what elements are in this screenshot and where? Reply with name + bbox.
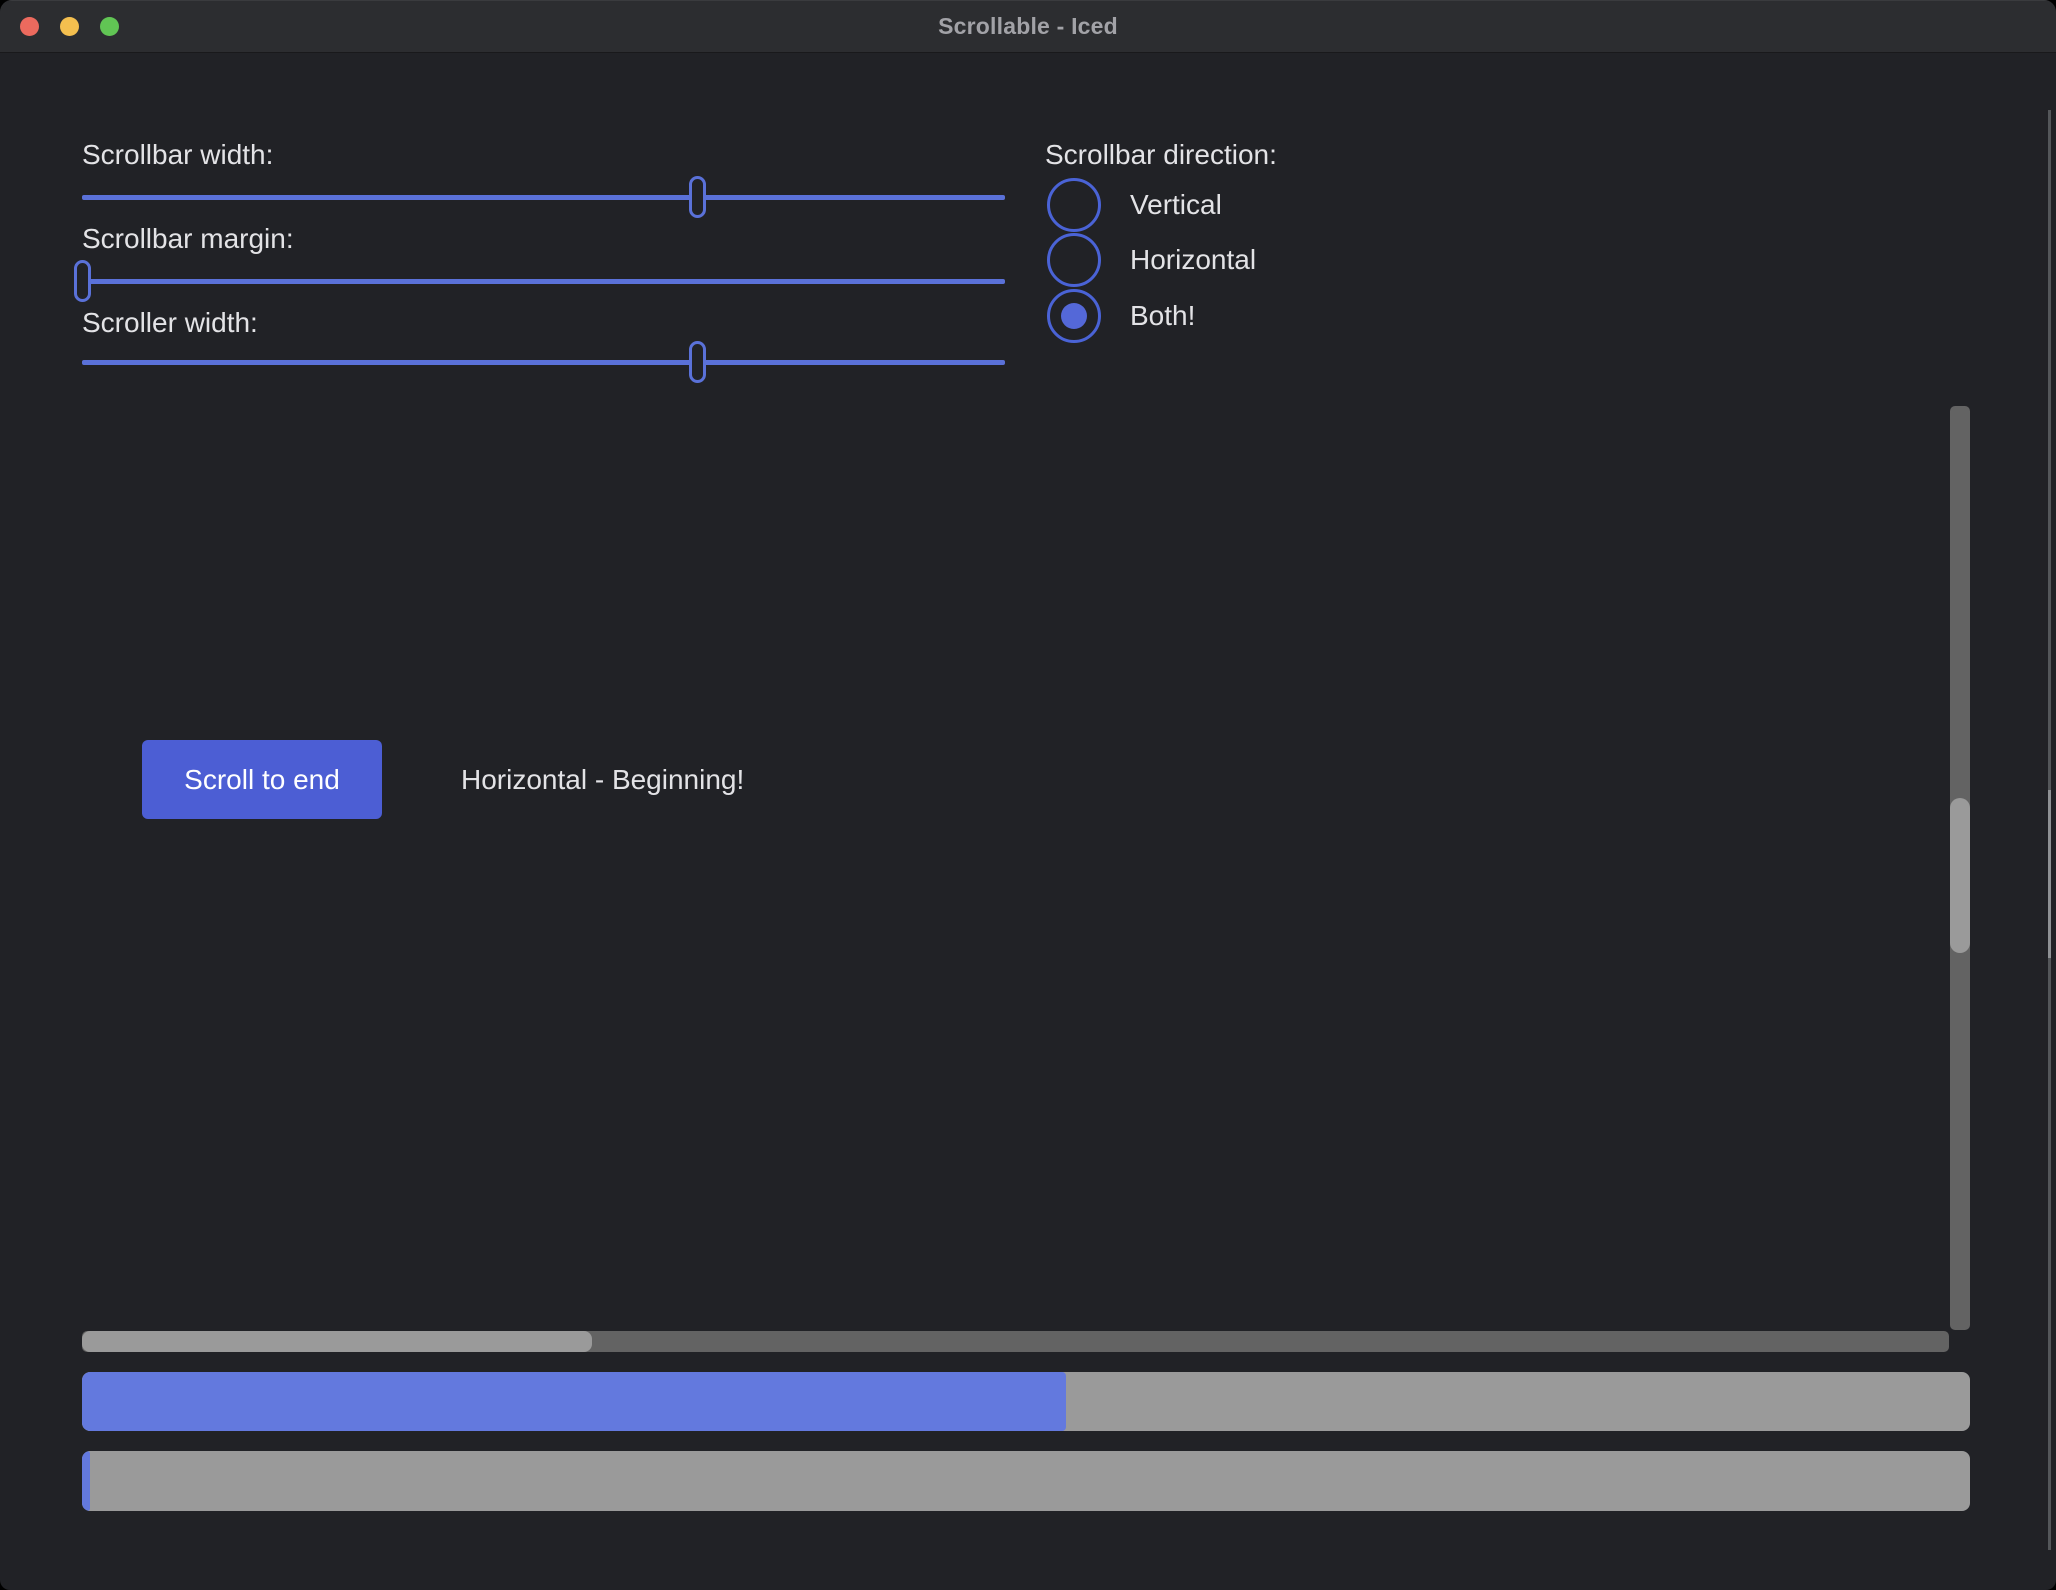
radio-horizontal[interactable] <box>1047 233 1101 287</box>
horizontal-scrollbar-track[interactable] <box>82 1331 1949 1352</box>
window-title: Scrollable - Iced <box>0 0 2056 52</box>
vertical-scroller[interactable] <box>1950 798 1970 953</box>
scroll-to-end-button[interactable]: Scroll to end <box>142 740 382 819</box>
radio-vertical[interactable] <box>1047 178 1101 232</box>
scrollbar-margin-label: Scrollbar margin: <box>82 222 294 256</box>
scroller-width-slider-track[interactable] <box>82 360 1005 365</box>
vertical-scrollbar-track[interactable] <box>1950 406 1970 1330</box>
scrollbar-direction-label: Scrollbar direction: <box>1045 138 1277 172</box>
scrollbar-width-label: Scrollbar width: <box>82 138 273 172</box>
scrollbar-margin-slider-track[interactable] <box>82 279 1005 284</box>
horizontal-progress-bar <box>82 1451 1970 1511</box>
app-window: Scrollable - Iced Scrollbar width: Scrol… <box>0 0 2056 1590</box>
vertical-progress-bar <box>82 1372 1970 1431</box>
scroller-width-slider-handle[interactable] <box>689 341 706 383</box>
scrollbar-width-slider-track[interactable] <box>82 195 1005 200</box>
horizontal-progress-fill <box>82 1451 90 1511</box>
scrollbar-margin-slider-handle[interactable] <box>74 260 91 302</box>
window-edge-scroller <box>2048 790 2051 958</box>
radio-vertical-label[interactable]: Vertical <box>1130 178 1222 232</box>
vertical-progress-fill <box>82 1372 1066 1431</box>
radio-selected-dot <box>1061 303 1087 329</box>
scrollbar-width-slider-handle[interactable] <box>689 176 706 218</box>
radio-both[interactable] <box>1047 289 1101 343</box>
radio-horizontal-label[interactable]: Horizontal <box>1130 233 1256 287</box>
scroll-status-text: Horizontal - Beginning! <box>461 740 744 819</box>
horizontal-scroller[interactable] <box>82 1331 592 1352</box>
titlebar: Scrollable - Iced <box>0 0 2056 53</box>
radio-both-label[interactable]: Both! <box>1130 289 1195 343</box>
scroller-width-label: Scroller width: <box>82 306 258 340</box>
